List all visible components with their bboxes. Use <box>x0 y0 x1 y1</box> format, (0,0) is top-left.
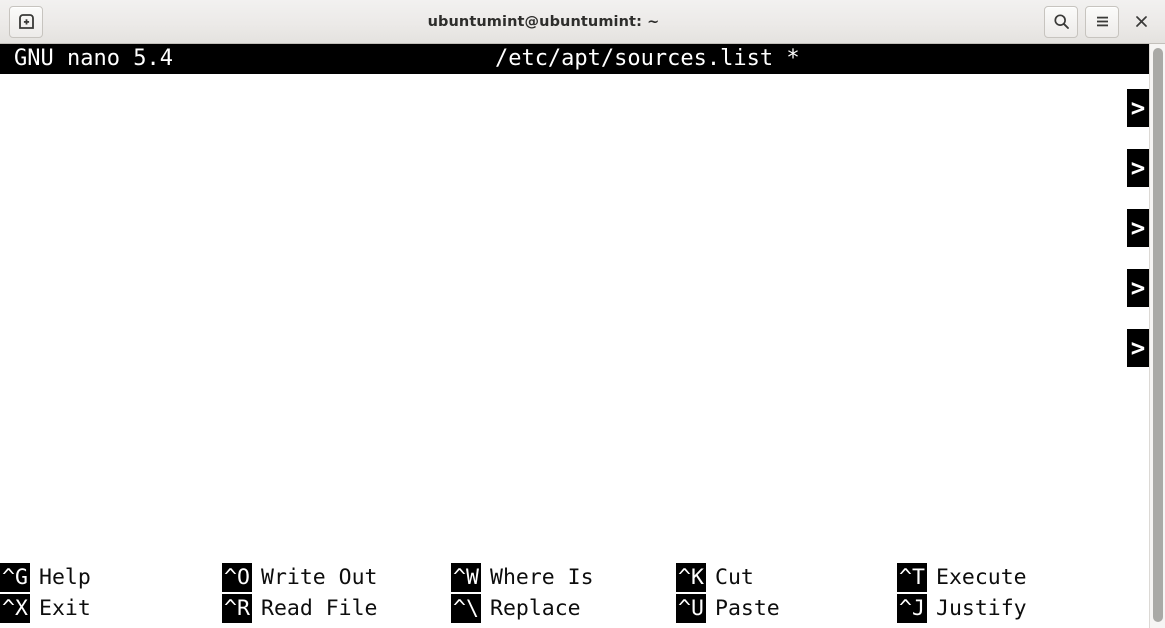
editor-line[interactable]: deb https://ftp.debian.org/debian/ bookw… <box>0 258 1149 318</box>
line-continuation-marker: > <box>1127 269 1149 307</box>
shortcut-label: Replace <box>490 596 581 621</box>
close-button[interactable] <box>1126 6 1156 38</box>
new-tab-icon <box>18 13 35 30</box>
terminal-scrollbar[interactable] <box>1149 44 1165 628</box>
shortcut-read-file[interactable]: ^R Read File <box>222 593 378 624</box>
shortcut-help[interactable]: ^G Help <box>0 562 91 593</box>
shortcut-replace[interactable]: ^\ Replace <box>451 593 581 624</box>
line-continuation-marker: > <box>1127 329 1149 367</box>
editor-line[interactable]: deb https://ftp.debian.org/debian/ bookw… <box>0 78 1149 138</box>
shortcut-key: ^W <box>451 563 481 592</box>
shortcut-label: Exit <box>39 596 91 621</box>
window-titlebar: ubuntumint@ubuntumint: ~ <box>0 0 1165 44</box>
new-terminal-button[interactable] <box>9 5 43 38</box>
shortcut-label: Help <box>39 565 91 590</box>
shortcut-write-out[interactable]: ^O Write Out <box>222 562 378 593</box>
shortcut-label: Paste <box>715 596 780 621</box>
shortcut-label: Cut <box>715 565 754 590</box>
editor-line[interactable]: deb https://ftp.debian.org/debian/ bookw… <box>0 138 1149 198</box>
shortcut-exit[interactable]: ^X Exit <box>0 593 91 624</box>
shortcut-label: Execute <box>936 565 1027 590</box>
close-icon <box>1134 14 1149 29</box>
editor-line-active[interactable]: deb https://security.debian.org/debian-s… <box>0 318 1149 378</box>
search-icon <box>1053 13 1070 30</box>
nano-editor[interactable]: GNU nano 5.4 /etc/apt/sources.list * deb… <box>0 44 1149 628</box>
shortcut-label: Where Is <box>490 565 594 590</box>
nano-text-area[interactable]: deb https://ftp.debian.org/debian/ bookw… <box>0 74 1149 378</box>
line-continuation-marker: > <box>1127 209 1149 247</box>
shortcut-key: ^J <box>897 594 927 623</box>
shortcut-execute[interactable]: ^T Execute <box>897 562 1027 593</box>
shortcut-label: Write Out <box>261 565 378 590</box>
line-continuation-marker: > <box>1127 89 1149 127</box>
shortcut-key: ^O <box>222 563 252 592</box>
nano-shortcut-bar: ^G Help ^O Write Out ^W Where Is ^K Cut <box>0 562 1149 628</box>
titlebar-controls <box>1044 5 1156 38</box>
menu-button[interactable] <box>1085 5 1119 38</box>
shortcut-label: Justify <box>936 596 1027 621</box>
line-continuation-marker: > <box>1127 149 1149 187</box>
shortcut-where-is[interactable]: ^W Where Is <box>451 562 594 593</box>
hamburger-menu-icon <box>1094 13 1111 30</box>
scrollbar-thumb[interactable] <box>1153 48 1163 622</box>
terminal-window: ubuntumint@ubuntumint: ~ GNU nano 5.4 /e… <box>0 0 1165 628</box>
shortcut-row-1: ^G Help ^O Write Out ^W Where Is ^K Cut <box>0 562 1149 593</box>
window-title: ubuntumint@ubuntumint: ~ <box>427 13 660 30</box>
shortcut-key: ^K <box>676 563 706 592</box>
shortcut-row-2: ^X Exit ^R Read File ^\ Replace ^U Paste <box>0 593 1149 624</box>
shortcut-key: ^R <box>222 594 252 623</box>
shortcut-paste[interactable]: ^U Paste <box>676 593 780 624</box>
shortcut-key: ^G <box>0 563 30 592</box>
search-button[interactable] <box>1044 5 1078 38</box>
shortcut-key: ^X <box>0 594 30 623</box>
editor-line[interactable]: deb https://ftp.debian.org/debian/ bookw… <box>0 198 1149 258</box>
shortcut-key: ^\ <box>451 594 481 623</box>
nano-version-label: GNU nano 5.4 <box>14 46 173 71</box>
shortcut-key: ^T <box>897 563 927 592</box>
shortcut-label: Read File <box>261 596 378 621</box>
shortcut-cut[interactable]: ^K Cut <box>676 562 754 593</box>
shortcut-key: ^U <box>676 594 706 623</box>
nano-filename-label: /etc/apt/sources.list * <box>494 46 800 71</box>
terminal-body[interactable]: GNU nano 5.4 /etc/apt/sources.list * deb… <box>0 44 1165 628</box>
shortcut-justify[interactable]: ^J Justify <box>897 593 1027 624</box>
nano-header-bar: GNU nano 5.4 /etc/apt/sources.list * <box>0 44 1149 74</box>
